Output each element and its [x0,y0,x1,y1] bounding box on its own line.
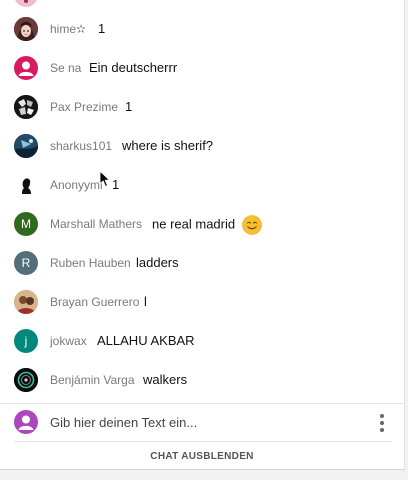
chat-message: M Marshall Mathers ne real madrid [0,206,404,242]
avatar [14,95,38,119]
chat-message: Se na Ein deutscherrr [0,50,404,86]
message-author: Ruben Hauben [50,256,131,270]
message-author: Marshall Mathers [50,217,143,231]
message-author: Benjámin Varga [50,373,135,387]
message-author: hime✫ [50,22,87,36]
chat-message: Brayan Guerrero l [0,284,404,320]
message-text: l [144,294,147,309]
message-author: Brayan Guerrero [50,295,140,309]
message-text: walkers [143,372,188,387]
chat-message: Anonyymi 1 [0,167,404,203]
chat-message-input[interactable] [50,412,350,432]
avatar-letter: j [24,334,28,348]
message-text: ALLAHU AKBAR [97,333,195,348]
message-text: ladders [136,255,179,270]
message-text: 1 [98,21,106,36]
message-text: where is sherif? [122,138,214,153]
avatar: j [14,329,38,353]
avatar: R [14,251,38,275]
avatar [14,290,38,314]
chat-input-bar [0,403,404,441]
message-author: Pax Prezime [50,100,119,114]
smiling-face-emoji [241,215,262,235]
message-text: Ein deutscherrr [89,60,178,75]
chat-message: Benjámin Varga walkers [0,362,404,398]
avatar [14,134,38,158]
chat-message: R Ruben Hauben ladders [0,245,404,281]
message-author: sharkus101 [50,139,113,153]
message-text: 1 [112,177,120,192]
mouse-cursor-icon [99,170,110,187]
previous-message-avatar [14,0,38,7]
message-author: Anonyymi [50,178,103,192]
hide-chat-button[interactable]: CHAT AUSBLENDEN [0,442,404,469]
avatar: M [14,212,38,236]
message-author: Se na [50,61,82,75]
chat-message: j jokwax ALLAHU AKBAR [0,323,404,359]
chat-message: Pax Prezime 1 [0,89,404,125]
avatar [14,17,38,41]
more-vert-icon[interactable] [374,412,390,434]
message-text: 1 [125,99,133,114]
avatar [14,368,38,392]
default-user-icon [14,410,38,434]
avatar-letter: R [21,256,31,270]
default-user-icon [14,56,38,80]
chat-message: hime✫ 1 [0,11,404,47]
message-text: ne real madrid [152,215,262,235]
chat-panel: hime✫ 1 Se na Ein deutscherrr Pax Prezim… [0,0,405,470]
message-text-content: ne real madrid [152,216,236,232]
avatar [14,173,38,197]
message-author: jokwax [50,334,87,348]
chat-message: sharkus101 where is sherif? [0,128,404,164]
chat-message-list[interactable]: hime✫ 1 Se na Ein deutscherrr Pax Prezim… [0,0,404,403]
avatar-letter: M [21,217,31,231]
